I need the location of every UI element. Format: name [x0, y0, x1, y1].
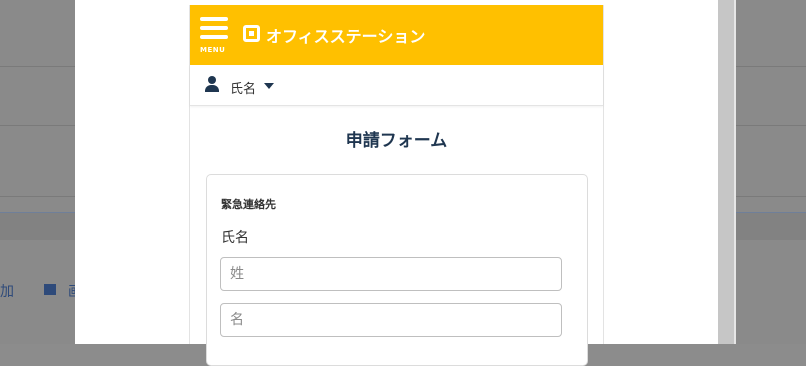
last-name-field[interactable] — [220, 257, 562, 291]
user-name: 氏名 — [230, 82, 257, 97]
caret-down-icon — [264, 83, 274, 89]
logo-text: オフィスステーション — [266, 27, 426, 46]
user-menu[interactable]: 氏名 — [190, 65, 603, 106]
logo-icon — [243, 25, 260, 42]
name-field-label: 氏名 — [221, 230, 249, 246]
app-header: MENU オフィスステーション — [190, 5, 603, 65]
app-frame: MENU オフィスステーション 氏名 申請フォーム 緊急連絡先 氏名 — [189, 5, 604, 366]
menu-label: MENU — [200, 46, 226, 54]
image-icon — [44, 284, 56, 295]
user-icon — [204, 76, 220, 94]
emergency-contact-card: 緊急連絡先 氏名 — [206, 174, 588, 366]
modal-scrollbar[interactable] — [718, 0, 736, 344]
first-name-field[interactable] — [220, 303, 562, 337]
page-title: 申請フォーム — [345, 131, 448, 151]
background-add-link: 加 — [0, 284, 14, 300]
section-label: 緊急連絡先 — [221, 198, 276, 211]
menu-button[interactable]: MENU — [200, 17, 230, 57]
